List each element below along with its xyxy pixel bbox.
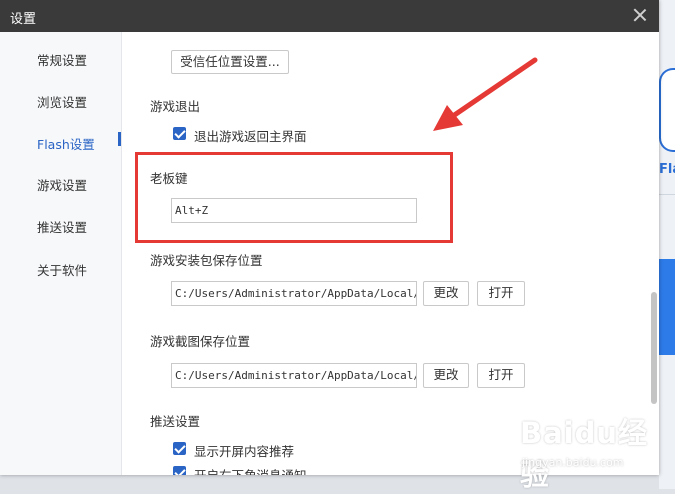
window-title: 设置 xyxy=(10,12,37,27)
screenshot-path-change-button[interactable]: 更改 xyxy=(423,363,469,388)
sidebar-item-browsing[interactable]: 浏览设置 xyxy=(0,85,121,115)
install-path-change-button[interactable]: 更改 xyxy=(423,281,469,306)
game-exit-heading: 游戏退出 xyxy=(150,99,201,114)
trusted-location-button[interactable]: 受信任位置设置... xyxy=(171,50,289,74)
scrollbar[interactable] xyxy=(649,32,659,475)
install-path-open-button[interactable]: 打开 xyxy=(477,281,525,306)
splash-recommend-checkbox[interactable]: 显示开屏内容推荐 xyxy=(173,441,333,459)
settings-dialog: 设置 常规设置 浏览设置 Flash设置 游戏设置 推送设置 关于软件 受信任位… xyxy=(0,0,659,475)
install-path-input[interactable]: C:/Users/Administrator/AppData/Local/Fla… xyxy=(171,281,417,306)
close-icon[interactable] xyxy=(631,6,649,24)
background-app-label: Fla xyxy=(659,162,675,177)
sidebar-item-push[interactable]: 推送设置 xyxy=(0,210,121,240)
settings-content: 受信任位置设置... 游戏退出 退出游戏返回主界面 老板键 Alt+Z 游戏安装… xyxy=(121,32,659,475)
sidebar-item-label: 推送设置 xyxy=(37,220,88,235)
screenshot-path-open-button[interactable]: 打开 xyxy=(477,363,525,388)
checkbox-label: 开启右下角消息通知 xyxy=(194,465,307,475)
install-path-heading: 游戏安装包保存位置 xyxy=(150,253,263,268)
sidebar-item-about[interactable]: 关于软件 xyxy=(0,253,121,283)
background-banner xyxy=(659,259,675,355)
screenshot-path-heading: 游戏截图保存位置 xyxy=(150,334,251,349)
checkbox-checked[interactable] xyxy=(173,466,186,475)
checkbox-checked[interactable] xyxy=(173,127,186,140)
corner-notification-checkbox[interactable]: 开启右下角消息通知 xyxy=(173,465,343,475)
screenshot-path-input[interactable]: C:/Users/Administrator/AppData/Local/Fla… xyxy=(171,363,417,388)
app-icon xyxy=(659,68,675,152)
scroll-thumb[interactable] xyxy=(651,292,657,404)
boss-key-heading: 老板键 xyxy=(150,171,188,186)
divider xyxy=(659,194,675,195)
sidebar-item-label: 关于软件 xyxy=(37,263,88,278)
return-to-main-checkbox[interactable]: 退出游戏返回主界面 xyxy=(173,126,333,144)
sidebar-item-flash[interactable]: Flash设置 xyxy=(0,127,121,157)
sidebar-item-label: 常规设置 xyxy=(37,53,88,68)
sidebar-item-label: Flash设置 xyxy=(37,137,95,152)
watermark-url: jingyan.baidu.com xyxy=(522,456,624,469)
sidebar-item-label: 浏览设置 xyxy=(37,95,88,110)
title-bar: 设置 xyxy=(0,0,659,32)
push-settings-heading: 推送设置 xyxy=(150,414,201,429)
sidebar-item-general[interactable]: 常规设置 xyxy=(0,43,121,73)
watermark-logo: Baidu经验 xyxy=(520,416,649,492)
checkbox-label: 显示开屏内容推荐 xyxy=(194,444,295,459)
annotation-arrow-icon xyxy=(433,57,538,131)
watermark: Baidu经验 jingyan.baidu.com xyxy=(520,410,670,492)
boss-key-input[interactable]: Alt+Z xyxy=(171,198,417,223)
checkbox-checked[interactable] xyxy=(173,442,186,455)
sidebar: 常规设置 浏览设置 Flash设置 游戏设置 推送设置 关于软件 xyxy=(0,32,122,475)
checkbox-label: 退出游戏返回主界面 xyxy=(194,129,307,144)
sidebar-item-game[interactable]: 游戏设置 xyxy=(0,168,121,198)
sidebar-item-label: 游戏设置 xyxy=(37,178,88,193)
